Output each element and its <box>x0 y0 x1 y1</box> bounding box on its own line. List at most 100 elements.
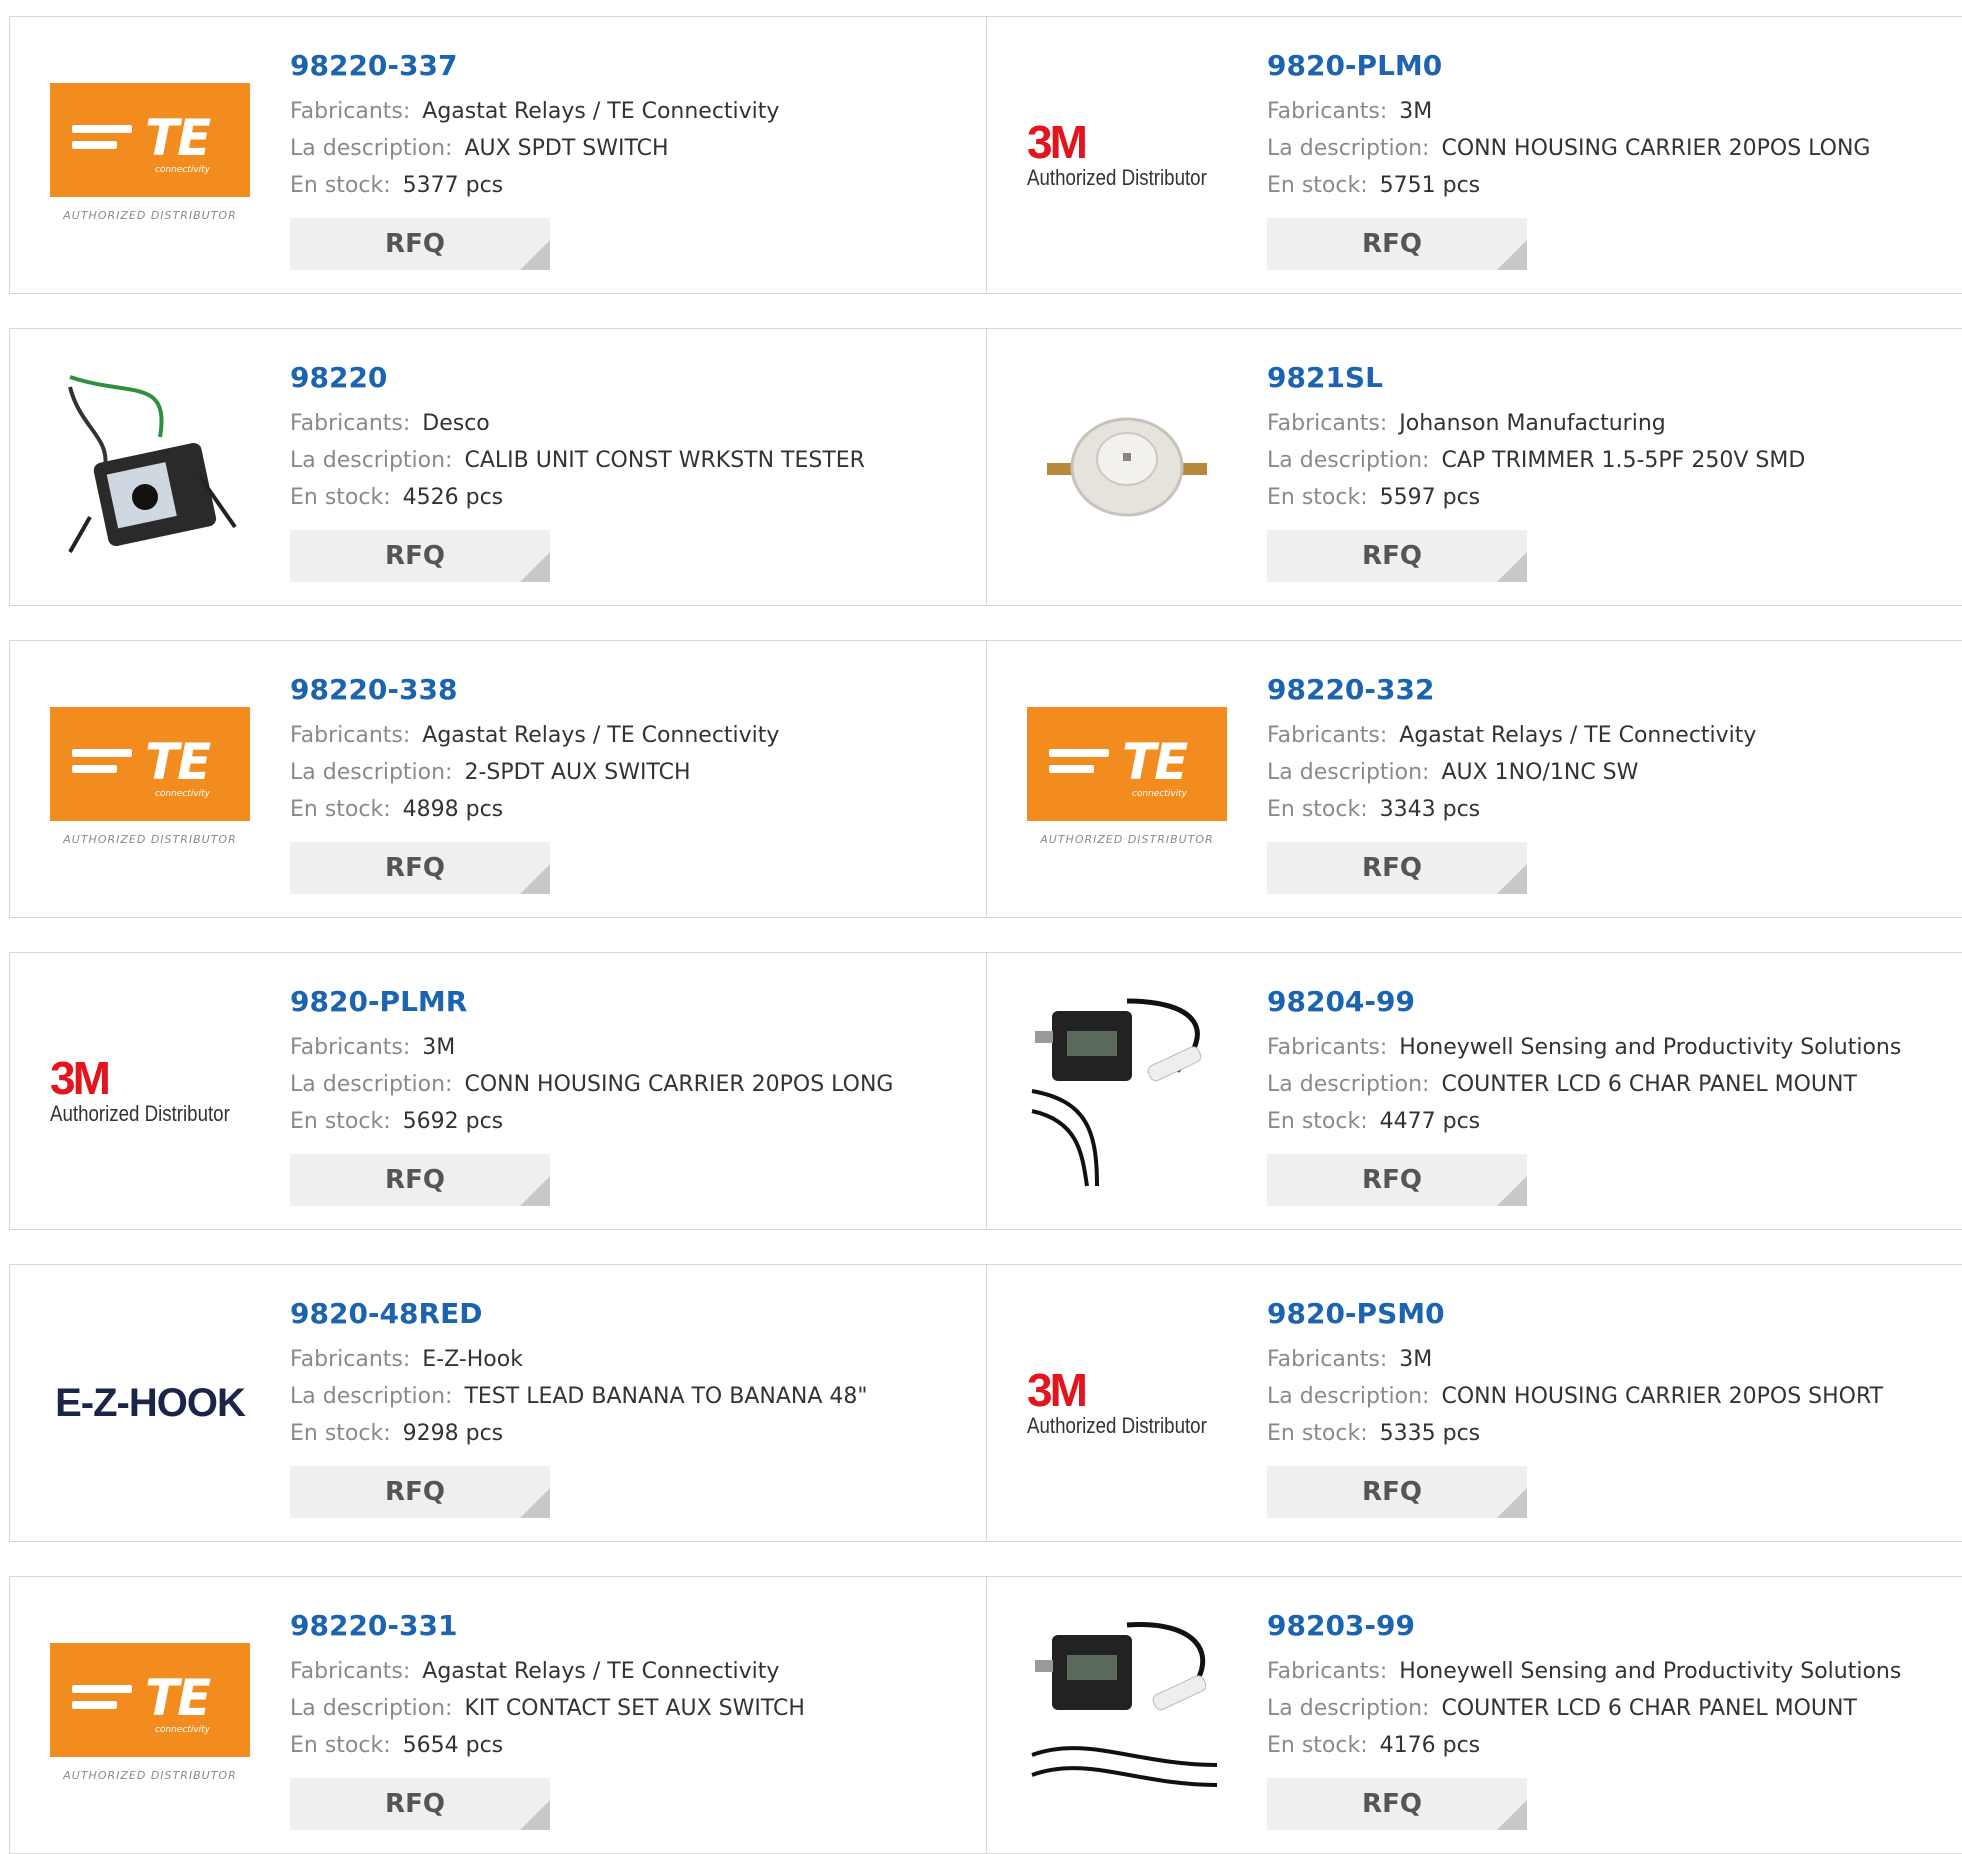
manufacturer-value: Agastat Relays / TE Connectivity <box>422 1659 780 1684</box>
manufacturer-value: E-Z-Hook <box>422 1347 523 1372</box>
part-number-link[interactable]: 98203-99 <box>1267 1607 1901 1645</box>
stock-line: En stock: 5597 pcs <box>1267 485 1481 510</box>
stock-line: En stock: 5654 pcs <box>290 1733 504 1758</box>
counter-image <box>1027 1615 1227 1815</box>
stock-value: 5654 pcs <box>402 1733 504 1758</box>
part-number-link[interactable]: 9820-48RED <box>290 1295 868 1333</box>
rfq-button[interactable]: RFQ <box>1267 1778 1527 1830</box>
product-card: TE connectivity AUTHORIZED DISTRIBUTOR 9… <box>987 641 1962 917</box>
description-value: KIT CONTACT SET AUX SWITCH <box>464 1696 805 1721</box>
product-card: TE connectivity AUTHORIZED DISTRIBUTOR 9… <box>9 17 987 293</box>
manufacturer-line: Fabricants: Agastat Relays / TE Connectiv… <box>1267 723 1757 748</box>
description-value: TEST LEAD BANANA TO BANANA 48" <box>464 1384 868 1409</box>
stock-line: En stock: 5335 pcs <box>1267 1421 1481 1446</box>
description-value: CALIB UNIT CONST WRKSTN TESTER <box>464 448 865 473</box>
stock-value: 3343 pcs <box>1379 797 1481 822</box>
part-number-link[interactable]: 98220-337 <box>290 47 779 85</box>
description-value: COUNTER LCD 6 CHAR PANEL MOUNT <box>1441 1072 1857 1097</box>
product-card: 3M Authorized Distributor 9820-PLM0 Fabr… <box>987 17 1962 293</box>
description-value: AUX 1NO/1NC SW <box>1441 760 1639 785</box>
manufacturer-line: Fabricants: 3M <box>1267 99 1433 124</box>
rfq-button[interactable]: RFQ <box>290 218 550 270</box>
stock-line: En stock: 4477 pcs <box>1267 1109 1481 1134</box>
part-number-link[interactable]: 9820-PLMR <box>290 983 893 1021</box>
rfq-button[interactable]: RFQ <box>1267 1154 1527 1206</box>
rfq-button[interactable]: RFQ <box>290 1778 550 1830</box>
part-number-link[interactable]: 98220-332 <box>1267 671 1756 709</box>
rfq-button[interactable]: RFQ <box>290 842 550 894</box>
rfq-button[interactable]: RFQ <box>290 1466 550 1518</box>
rfq-button[interactable]: RFQ <box>1267 842 1527 894</box>
manufacturer-line: Fabricants: 3M <box>290 1035 456 1060</box>
product-card: E-Z-HOOK 9820-48RED Fabricants: E-Z-Hook … <box>9 1265 987 1541</box>
part-number-link[interactable]: 98220 <box>290 359 865 397</box>
stock-value: 5377 pcs <box>402 173 504 198</box>
description-line: La description: 2-SPDT AUX SWITCH <box>290 760 691 785</box>
manufacturer-value: Agastat Relays / TE Connectivity <box>422 99 780 124</box>
manufacturer-line: Fabricants: Agastat Relays / TE Connectiv… <box>290 723 780 748</box>
manufacturer-line: Fabricants: Johanson Manufacturing <box>1267 411 1666 436</box>
description-line: La description: TEST LEAD BANANA TO BANAN… <box>290 1384 868 1409</box>
manufacturer-line: Fabricants: Honeywell Sensing and Product… <box>1267 1659 1902 1684</box>
stock-value: 4526 pcs <box>402 485 504 510</box>
rfq-button[interactable]: RFQ <box>1267 218 1527 270</box>
te-logo: TE connectivity AUTHORIZED DISTRIBUTOR <box>50 55 250 255</box>
manufacturer-value: Agastat Relays / TE Connectivity <box>422 723 780 748</box>
manufacturer-line: Fabricants: 3M <box>1267 1347 1433 1372</box>
counter-image <box>1027 991 1227 1191</box>
stock-line: En stock: 4176 pcs <box>1267 1733 1481 1758</box>
product-row: 98220 Fabricants: Desco La description: CA… <box>9 328 1962 606</box>
stock-line: En stock: 3343 pcs <box>1267 797 1481 822</box>
product-card: 9821SL Fabricants: Johanson Manufacturing… <box>987 329 1962 605</box>
rfq-button[interactable]: RFQ <box>1267 530 1527 582</box>
part-number-link[interactable]: 98204-99 <box>1267 983 1901 1021</box>
description-line: La description: CONN HOUSING CARRIER 20PO… <box>290 1072 894 1097</box>
product-card: 98203-99 Fabricants: Honeywell Sensing an… <box>987 1577 1962 1853</box>
product-row: TE connectivity AUTHORIZED DISTRIBUTOR 9… <box>9 1576 1962 1854</box>
manufacturer-value: Honeywell Sensing and Productivity Solut… <box>1399 1659 1902 1684</box>
part-number-link[interactable]: 98220-331 <box>290 1607 805 1645</box>
description-value: CONN HOUSING CARRIER 20POS LONG <box>1441 136 1871 161</box>
stock-value: 4176 pcs <box>1379 1733 1481 1758</box>
manufacturer-line: Fabricants: E-Z-Hook <box>290 1347 523 1372</box>
product-card: 98220 Fabricants: Desco La description: CA… <box>9 329 987 605</box>
manufacturer-value: Johanson Manufacturing <box>1399 411 1666 436</box>
description-line: La description: COUNTER LCD 6 CHAR PANEL … <box>1267 1696 1857 1721</box>
description-value: CAP TRIMMER 1.5-5PF 250V SMD <box>1441 448 1806 473</box>
stock-value: 5751 pcs <box>1379 173 1481 198</box>
manufacturer-line: Fabricants: Agastat Relays / TE Connectiv… <box>290 1659 780 1684</box>
tester-image <box>50 367 250 567</box>
manufacturer-value: Honeywell Sensing and Productivity Solut… <box>1399 1035 1902 1060</box>
description-value: CONN HOUSING CARRIER 20POS LONG <box>464 1072 894 1097</box>
rfq-button[interactable]: RFQ <box>1267 1466 1527 1518</box>
description-line: La description: CALIB UNIT CONST WRKSTN T… <box>290 448 865 473</box>
product-card: 3M Authorized Distributor 9820-PSM0 Fabr… <box>987 1265 1962 1541</box>
manufacturer-line: Fabricants: Desco <box>290 411 490 436</box>
3m-logo: 3M Authorized Distributor <box>1027 116 1207 190</box>
part-number-link[interactable]: 9821SL <box>1267 359 1805 397</box>
description-line: La description: AUX SPDT SWITCH <box>290 136 669 161</box>
part-number-link[interactable]: 98220-338 <box>290 671 779 709</box>
stock-value: 5335 pcs <box>1379 1421 1481 1446</box>
rfq-button[interactable]: RFQ <box>290 530 550 582</box>
manufacturer-value: 3M <box>422 1035 456 1060</box>
description-value: AUX SPDT SWITCH <box>464 136 669 161</box>
manufacturer-value: Agastat Relays / TE Connectivity <box>1399 723 1757 748</box>
stock-line: En stock: 5751 pcs <box>1267 173 1481 198</box>
manufacturer-line: Fabricants: Honeywell Sensing and Product… <box>1267 1035 1902 1060</box>
product-card: 98204-99 Fabricants: Honeywell Sensing an… <box>987 953 1962 1229</box>
stock-value: 9298 pcs <box>402 1421 504 1446</box>
rfq-button[interactable]: RFQ <box>290 1154 550 1206</box>
ezhook-logo: E-Z-HOOK <box>55 1380 246 1425</box>
stock-value: 5597 pcs <box>1379 485 1481 510</box>
te-logo: TE connectivity AUTHORIZED DISTRIBUTOR <box>1027 679 1227 879</box>
te-logo: TE connectivity AUTHORIZED DISTRIBUTOR <box>50 679 250 879</box>
part-number-link[interactable]: 9820-PSM0 <box>1267 1295 1883 1333</box>
product-card: TE connectivity AUTHORIZED DISTRIBUTOR 9… <box>9 641 987 917</box>
part-number-link[interactable]: 9820-PLM0 <box>1267 47 1870 85</box>
manufacturer-line: Fabricants: Agastat Relays / TE Connectiv… <box>290 99 780 124</box>
stock-line: En stock: 5692 pcs <box>290 1109 504 1134</box>
stock-line: En stock: 4898 pcs <box>290 797 504 822</box>
product-card: 3M Authorized Distributor 9820-PLMR Fabr… <box>9 953 987 1229</box>
3m-logo: 3M Authorized Distributor <box>50 1052 230 1126</box>
